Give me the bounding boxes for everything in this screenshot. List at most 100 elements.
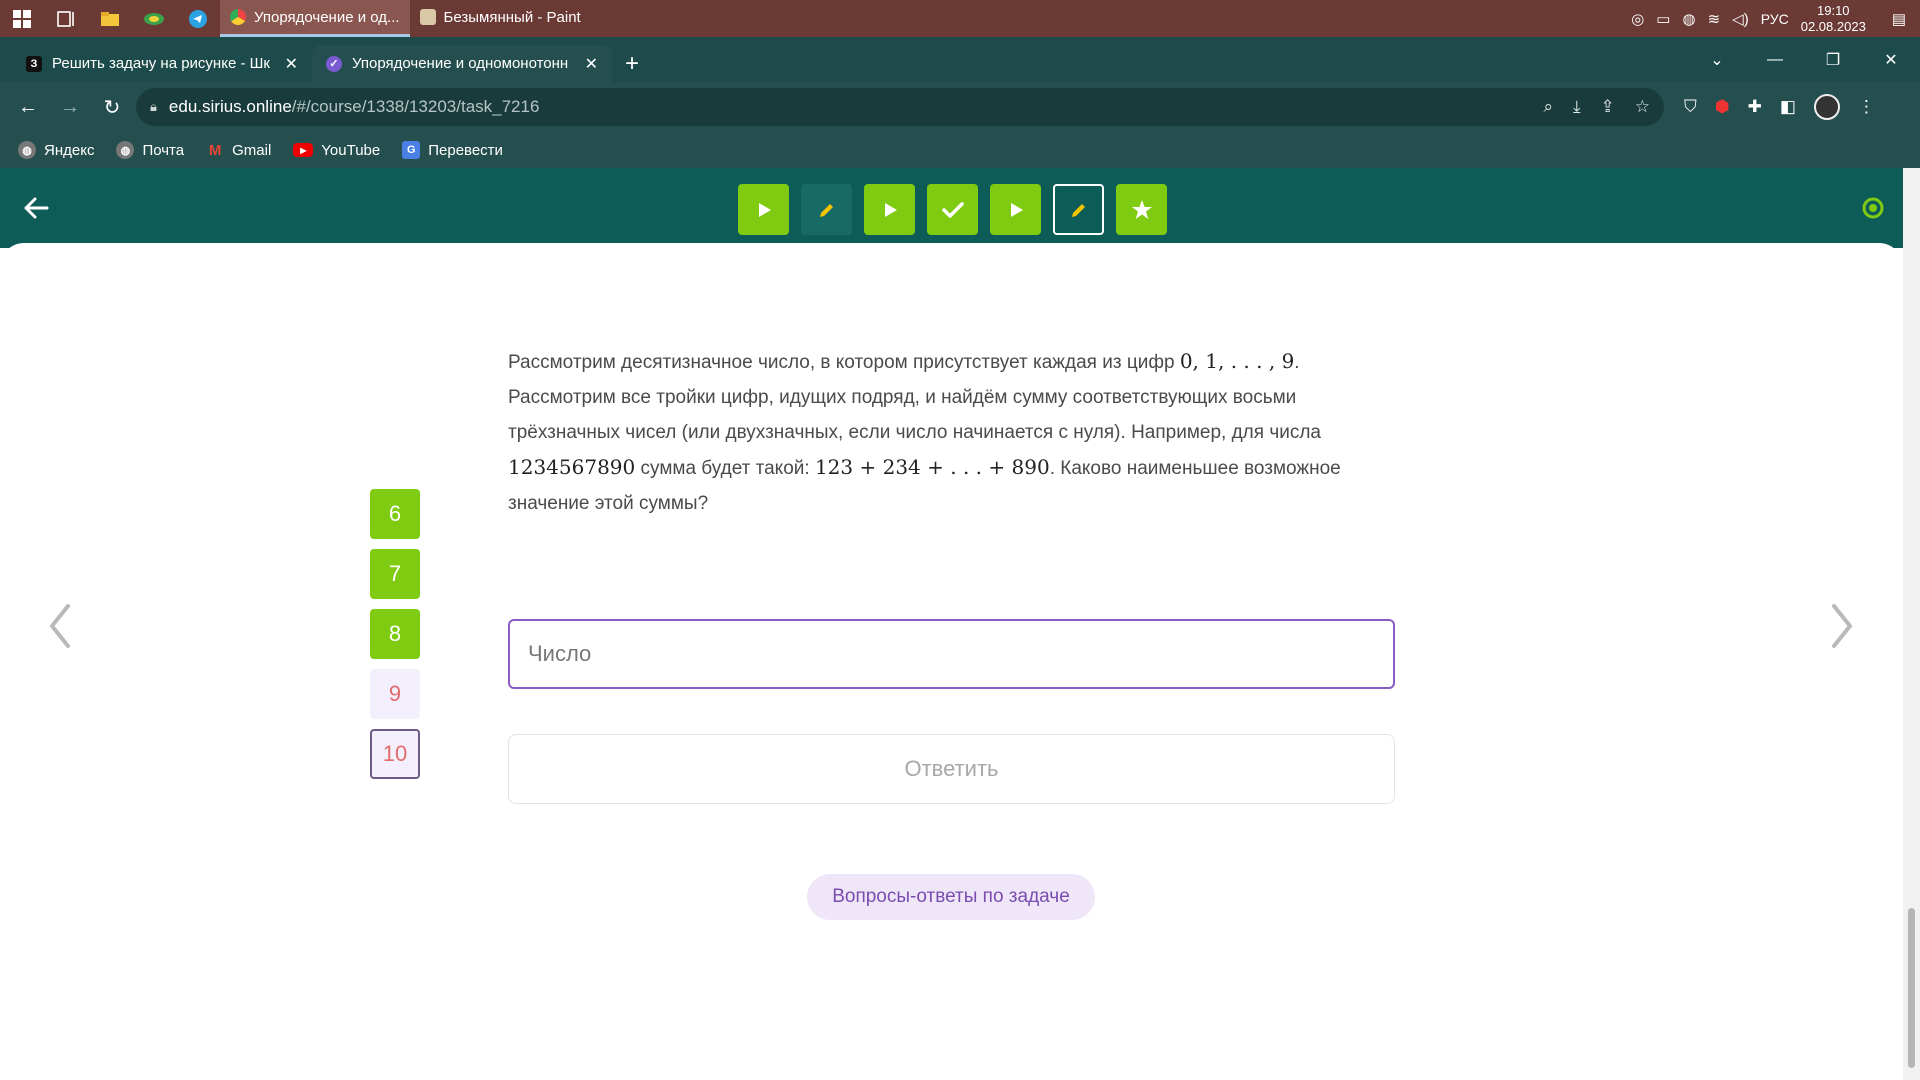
step-task-1[interactable] <box>801 184 852 235</box>
menu-kebab-icon[interactable]: ⋮ <box>1858 97 1875 117</box>
notifications-icon[interactable]: ▤ <box>1892 10 1906 28</box>
forward-icon[interactable]: → <box>52 89 88 125</box>
omnibox-actions: ⌕ ⤓ ⇪ ☆ <box>1543 97 1650 117</box>
globe-icon: ◍ <box>18 141 36 159</box>
url-path: /#/course/1338/13203/task_7216 <box>291 97 540 116</box>
tab-search-icon[interactable]: ⌄ <box>1688 50 1746 70</box>
previous-task-arrow-icon[interactable] <box>46 602 74 650</box>
arrow-left-icon <box>24 197 49 219</box>
taskbar-app-chrome[interactable]: Упорядочение и од... <box>220 0 410 37</box>
volume-icon[interactable]: ◁) <box>1732 10 1749 28</box>
extensions-puzzle-icon[interactable]: ✚ <box>1748 97 1762 117</box>
math-example-number: 1234567890 <box>508 455 636 479</box>
chrome-icon <box>230 9 246 25</box>
browser-tab-active[interactable]: ✓ Упорядочение и одномонотонн ✕ <box>312 45 612 82</box>
bookmark-label: Почта <box>142 141 185 159</box>
app-icon[interactable] <box>132 0 176 37</box>
step-final[interactable] <box>1116 184 1167 235</box>
scrollbar-thumb[interactable] <box>1908 908 1915 1068</box>
back-to-course-button[interactable] <box>20 192 52 224</box>
gmail-icon: M <box>208 141 222 159</box>
taskbar-app-label: Упорядочение и од... <box>254 8 400 26</box>
browser-tab-strip: З Решить задачу на рисунке - Шк ✕ ✓ Упор… <box>0 37 1920 82</box>
answer-input[interactable] <box>508 619 1395 689</box>
bookmark-label: Перевести <box>428 141 503 159</box>
shield-extension-icon[interactable]: ⛉ <box>1684 97 1697 117</box>
tab-title: Упорядочение и одномонотонн <box>352 55 569 72</box>
submit-answer-button[interactable]: Ответить <box>508 734 1395 804</box>
url-host: edu.sirius.online <box>168 97 292 116</box>
step-task-current[interactable] <box>1053 184 1104 235</box>
page-scrollbar[interactable] <box>1903 168 1920 1080</box>
step-test-done[interactable] <box>927 184 978 235</box>
next-task-arrow-icon[interactable] <box>1828 602 1856 650</box>
problem-statement: Рассмотрим десятизначное число, в которо… <box>508 344 1398 521</box>
bookmark-star-icon[interactable]: ☆ <box>1635 97 1650 117</box>
lock-icon[interactable]: 🔒︎ <box>150 99 157 115</box>
extensions-area: ⛉ ⬢ ✚ ◧ ⋮ <box>1684 94 1875 120</box>
profile-avatar[interactable] <box>1813 94 1840 120</box>
language-indicator[interactable]: РУС <box>1761 11 1789 27</box>
back-icon[interactable]: ← <box>10 89 46 125</box>
bookmarks-bar: ◍ Яндекс ◍ Почта M Gmail ▶ YouTube G Пер… <box>0 132 1920 168</box>
adblock-extension-icon[interactable]: ⬢ <box>1715 97 1730 117</box>
new-tab-button[interactable]: + <box>612 45 652 82</box>
restore-icon[interactable]: ❐ <box>1804 50 1862 70</box>
math-digits: 0, 1, . . . , 9 <box>1179 349 1295 373</box>
play-icon <box>1010 202 1023 217</box>
tab-favicon-icon: ✓ <box>326 55 342 72</box>
task-number-10[interactable]: 10 <box>370 729 420 779</box>
share-icon[interactable]: ⇪ <box>1601 97 1615 117</box>
youtube-icon: ▶ <box>293 143 314 157</box>
windows-taskbar: Упорядочение и од... Безымянный - Paint … <box>0 0 1920 37</box>
tray-app-icon[interactable]: ◎ <box>1631 10 1644 28</box>
step-video-2[interactable] <box>864 184 915 235</box>
step-video-1[interactable] <box>738 184 789 235</box>
taskbar-app-paint[interactable]: Безымянный - Paint <box>410 0 591 37</box>
network-globe-icon[interactable]: ◍ <box>1682 10 1695 28</box>
problem-text: Рассмотрим десятизначное число, в которо… <box>508 352 1180 373</box>
task-qa-button[interactable]: Вопросы-ответы по задаче <box>807 874 1095 920</box>
minimize-icon[interactable]: — <box>1746 51 1804 69</box>
bookmark-yandex[interactable]: ◍ Яндекс <box>18 141 94 159</box>
task-number-6[interactable]: 6 <box>370 489 420 539</box>
side-panel-icon[interactable]: ◧ <box>1780 97 1796 117</box>
task-number-9[interactable]: 9 <box>370 669 420 719</box>
bookmark-translate[interactable]: G Перевести <box>402 141 503 159</box>
wifi-icon[interactable]: ≋ <box>1708 10 1721 28</box>
windows-start-icon[interactable] <box>0 0 44 37</box>
task-number-7[interactable]: 7 <box>370 549 420 599</box>
pencil-icon <box>819 203 833 217</box>
play-icon <box>758 202 771 217</box>
tab-title: Решить задачу на рисунке - Шк <box>52 55 270 72</box>
reload-icon[interactable]: ↻ <box>94 89 130 125</box>
bookmark-label: Gmail <box>232 141 272 159</box>
taskbar-app-label: Безымянный - Paint <box>443 8 581 26</box>
progress-ring-icon[interactable] <box>1861 196 1885 220</box>
task-number-8[interactable]: 8 <box>370 609 420 659</box>
star-icon <box>1131 199 1152 219</box>
install-icon[interactable]: ⤓ <box>1573 97 1581 117</box>
search-icon[interactable]: ⌕ <box>1543 97 1553 117</box>
browser-tab[interactable]: З Решить задачу на рисунке - Шк ✕ <box>12 45 312 82</box>
close-tab-icon[interactable]: ✕ <box>585 54 598 74</box>
close-window-icon[interactable]: ✕ <box>1862 50 1920 70</box>
bookmark-gmail[interactable]: M Gmail <box>206 141 271 159</box>
file-explorer-icon[interactable] <box>88 0 132 37</box>
bookmark-mail[interactable]: ◍ Почта <box>116 141 184 159</box>
url[interactable]: edu.sirius.online/#/course/1338/13203/ta… <box>169 97 540 117</box>
address-bar[interactable]: 🔒︎ edu.sirius.online/#/course/1338/13203… <box>136 88 1664 126</box>
clock[interactable]: 19:10 02.08.2023 <box>1801 3 1866 35</box>
window-controls: ⌄ — ❐ ✕ <box>1688 37 1920 82</box>
globe-icon: ◍ <box>116 141 135 159</box>
step-video-3[interactable] <box>990 184 1041 235</box>
math-example-sum: 123 + 234 + . . . + 890 <box>814 455 1050 479</box>
close-tab-icon[interactable]: ✕ <box>285 54 298 74</box>
task-view-icon[interactable] <box>44 0 88 37</box>
browser-toolbar: ← → ↻ 🔒︎ edu.sirius.online/#/course/1338… <box>0 82 1920 132</box>
battery-icon[interactable]: ▭ <box>1656 10 1670 28</box>
system-tray: ◎ ▭ ◍ ≋ ◁) РУС 19:10 02.08.2023 ▤ <box>1631 3 1920 35</box>
telegram-icon[interactable] <box>176 0 220 37</box>
bookmark-youtube[interactable]: ▶ YouTube <box>293 142 380 159</box>
clock-date: 02.08.2023 <box>1800 18 1866 34</box>
